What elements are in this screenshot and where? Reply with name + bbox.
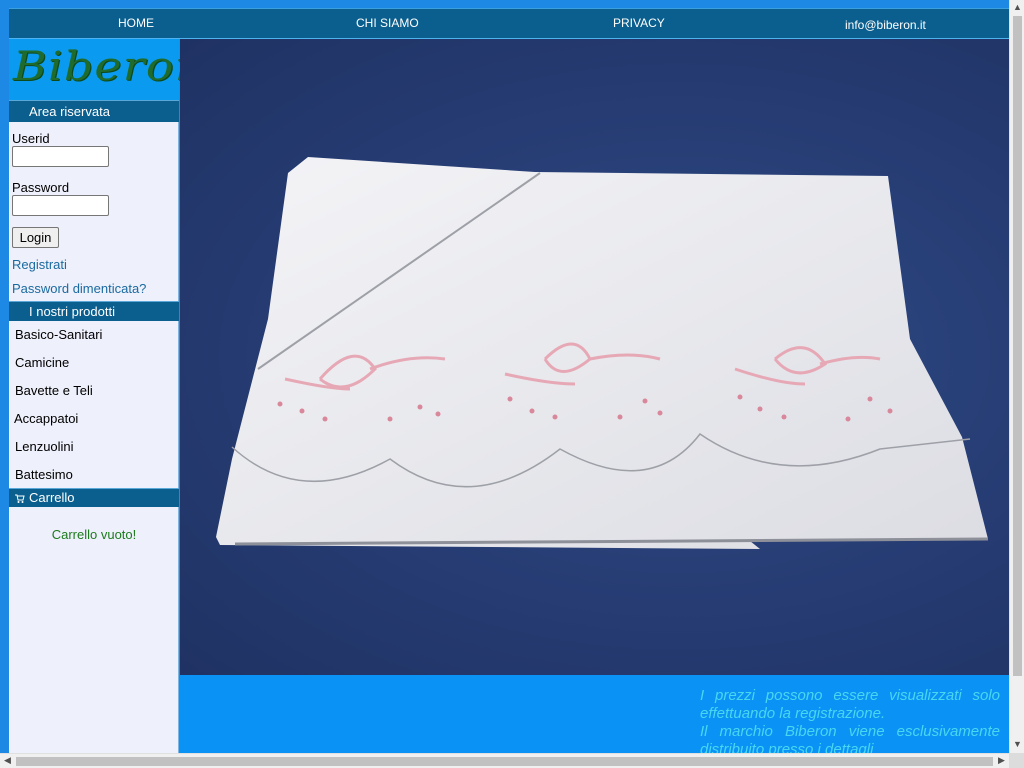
cart-title: Carrello [29, 490, 75, 505]
footer-line-1: I prezzi possono essere visualizzati sol… [700, 687, 1000, 704]
password-input[interactable] [12, 195, 109, 216]
vertical-scroll-thumb[interactable] [1013, 16, 1022, 676]
register-link[interactable]: Registrati [12, 257, 67, 272]
page-frame: HOME CHI SIAMO PRIVACY info@biberon.it B… [0, 0, 1009, 753]
product-battesimo[interactable]: Battesimo [15, 467, 73, 482]
nav-home-link[interactable]: HOME [118, 16, 154, 30]
footer-line-2: effettuando la registrazione. [700, 705, 886, 722]
footer-line-3: Il marchio Biberon viene esclusivamente [700, 723, 1000, 740]
biberon-logo[interactable]: Biberon [13, 44, 206, 90]
footer-notice: I prezzi possono essere visualizzati sol… [180, 675, 1009, 753]
userid-label: Userid [12, 131, 50, 146]
arrow-down-icon[interactable]: ▼ [1010, 739, 1024, 749]
shopping-cart-icon [15, 494, 25, 503]
cart-header[interactable]: Carrello [9, 488, 179, 507]
sidebar: Biberon Area riservata Userid Password L… [9, 39, 204, 753]
arrow-right-icon[interactable]: ▶ [994, 755, 1009, 766]
userid-input[interactable] [12, 146, 109, 167]
sheet-illustration [216, 157, 989, 549]
vertical-scrollbar[interactable]: ▲ ▼ [1009, 0, 1024, 753]
top-navigation: HOME CHI SIAMO PRIVACY info@biberon.it [9, 8, 1009, 39]
forgot-password-link[interactable]: Password dimenticata? [12, 281, 146, 296]
frame-top-border [0, 0, 1009, 8]
arrow-left-icon[interactable]: ◀ [0, 755, 15, 766]
logo-container: Biberon [9, 39, 204, 100]
product-photo-embroidered-sheet [180, 39, 1009, 675]
footer-line-4: distribuito presso i dettagli [700, 741, 874, 753]
login-button[interactable]: Login [12, 227, 59, 248]
products-header: I nostri prodotti [9, 301, 179, 321]
product-accappatoi[interactable]: Accappatoi [14, 411, 78, 426]
frame-left-border [0, 0, 9, 753]
product-bavette-teli[interactable]: Bavette e Teli [15, 383, 93, 398]
product-basico-sanitari[interactable]: Basico-Sanitari [15, 327, 102, 342]
arrow-up-icon[interactable]: ▲ [1010, 2, 1024, 12]
nav-privacy-link[interactable]: PRIVACY [613, 16, 665, 30]
nav-email-link[interactable]: info@biberon.it [845, 18, 926, 32]
reserved-area-header: Area riservata [9, 100, 179, 122]
product-lenzuolini[interactable]: Lenzuolini [15, 439, 74, 454]
horizontal-scrollbar[interactable]: ◀ ▶ [0, 753, 1009, 768]
cart-empty-message: Carrello vuoto! [51, 527, 137, 542]
password-label: Password [12, 180, 70, 195]
horizontal-scroll-thumb[interactable] [16, 757, 993, 766]
nav-about-link[interactable]: CHI SIAMO [356, 16, 419, 30]
scrollbar-corner [1009, 753, 1024, 768]
product-camicine[interactable]: Camicine [15, 355, 69, 370]
